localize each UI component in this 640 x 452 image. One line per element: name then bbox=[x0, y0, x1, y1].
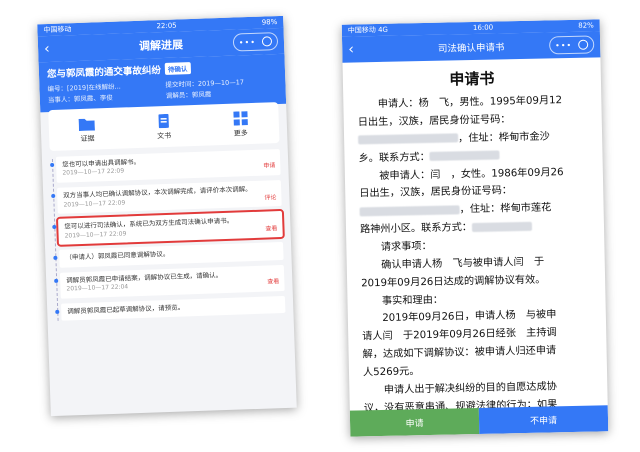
application-document: 申请书 申请人：杨 飞，男性。1995年09月12 日出生，汉族，居民身份证号码… bbox=[343, 57, 608, 422]
action-bar: 申请 不申请 bbox=[349, 405, 609, 437]
more-label: 更多 bbox=[233, 129, 248, 138]
event-text: 调解员郭凤霞已起草调解协议，请预览。 bbox=[67, 303, 185, 316]
carrier-label: 中国移动 4G bbox=[347, 25, 389, 35]
redacted-id bbox=[358, 133, 459, 145]
timeline-item: 调解员郭凤霞已申请结案，调解协议已生成，请确认。 2019—10—17 22:0… bbox=[59, 264, 285, 299]
timeline-item: （申请人）郭凤霞已同意调解协议。 bbox=[59, 242, 284, 268]
progress-timeline: 您也可以申请出具调解书。 2019—10—17 22:09 申请 双方当事人均已… bbox=[42, 147, 294, 322]
battery-label: 98% bbox=[261, 18, 278, 27]
view-link[interactable]: 查看 bbox=[267, 278, 279, 287]
more-icon[interactable]: ••• bbox=[239, 37, 256, 47]
battery-label: 82% bbox=[578, 21, 594, 30]
view-link[interactable]: 查看 bbox=[265, 225, 277, 234]
timeline-item: 调解员郭凤霞已起草调解协议，请预览。 bbox=[60, 295, 286, 322]
evidence-label: 证据 bbox=[80, 134, 95, 143]
close-circle-icon[interactable] bbox=[578, 39, 589, 50]
right-phone-screen: 中国移动 4G 16:00 82% ‹ 司法确认申请书 ••• 申请书 申请人：… bbox=[341, 19, 609, 437]
mini-program-capsule[interactable]: ••• bbox=[232, 32, 279, 52]
left-phone-screen: 中国移动 22:05 98% ‹ 调解进展 ••• 您与郭凤霞的通交事故纠纷 待… bbox=[37, 15, 297, 417]
apply-button[interactable]: 申请 bbox=[349, 407, 480, 437]
review-link[interactable]: 评论 bbox=[264, 194, 276, 203]
case-meta: 编号：[2019]在线解纷... 提交时间：2019—10—17 当事人：郭凤霞… bbox=[47, 75, 278, 104]
time-label: 22:05 bbox=[156, 21, 177, 31]
event-text: （申请人）郭凤霞已同意调解协议。 bbox=[65, 250, 170, 262]
mini-program-capsule[interactable]: ••• bbox=[548, 35, 595, 55]
evidence-card[interactable]: 证据 bbox=[78, 116, 96, 144]
folder-icon bbox=[78, 118, 96, 132]
more-icon[interactable]: ••• bbox=[555, 40, 572, 49]
timeline-item: 双方当事人均已确认调解协议，本次调解完成，请评价本次调解。 2019—10—17… bbox=[56, 180, 282, 215]
case-title-text: 您与郭凤霞的通交事故纠纷 bbox=[46, 65, 162, 81]
close-circle-icon[interactable] bbox=[261, 36, 273, 47]
documents-label: 文书 bbox=[157, 131, 172, 141]
redacted-id bbox=[359, 205, 460, 217]
carrier-label: 中国移动 bbox=[43, 25, 72, 35]
back-button[interactable]: ‹ bbox=[348, 41, 364, 57]
documents-card[interactable]: 文书 bbox=[155, 113, 172, 142]
shortcut-cards: 证据 文书 更多 bbox=[48, 102, 280, 152]
timeline-item: 您也可以申请出具调解书。 2019—10—17 22:09 申请 bbox=[55, 149, 281, 183]
document-icon bbox=[158, 113, 169, 129]
timeline-item-highlighted: 您可以进行司法确认，系统已为双方生成司法确认申请书。 2019—10—17 22… bbox=[56, 208, 285, 248]
apply-link[interactable]: 申请 bbox=[263, 163, 275, 172]
document-title: 申请书 bbox=[449, 69, 495, 89]
status-badge: 待确认 bbox=[164, 62, 191, 75]
nav-bar: ‹ 司法确认申请书 ••• bbox=[341, 31, 601, 63]
more-card[interactable]: 更多 bbox=[232, 111, 249, 139]
time-label: 16:00 bbox=[472, 23, 494, 32]
redacted-phone bbox=[429, 150, 500, 162]
grid-icon bbox=[233, 111, 248, 126]
decline-button[interactable]: 不申请 bbox=[478, 405, 609, 434]
back-button[interactable]: ‹ bbox=[44, 41, 61, 57]
redacted-phone bbox=[471, 221, 533, 232]
